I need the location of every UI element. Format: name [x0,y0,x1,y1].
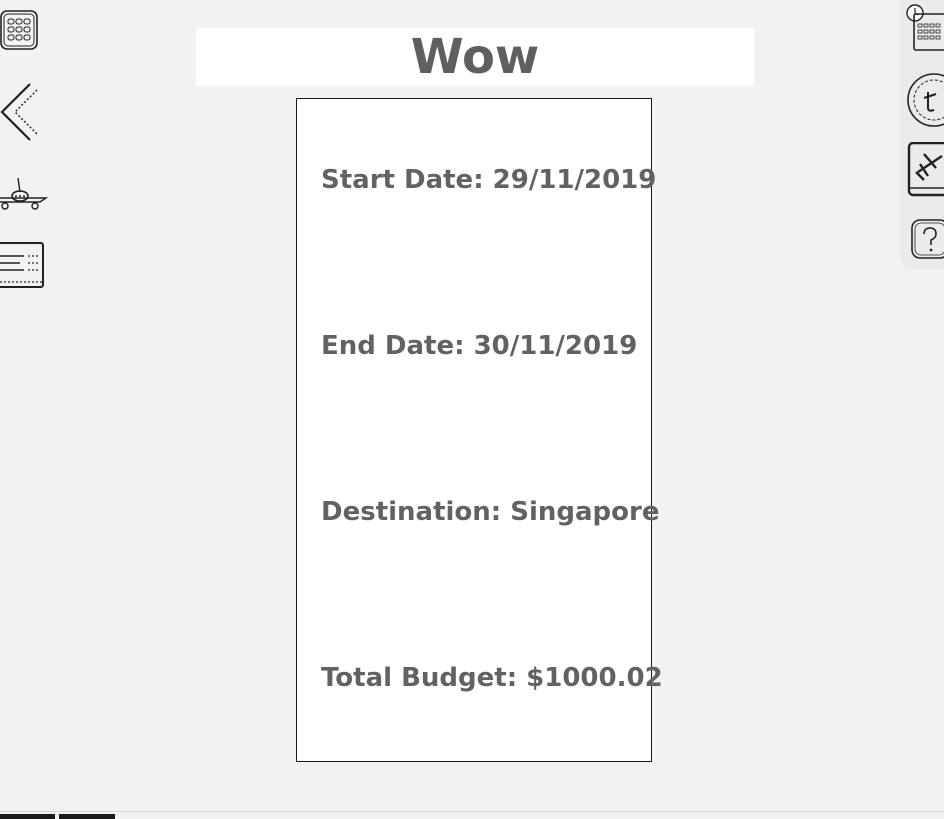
page-title-banner: Wow [196,28,754,86]
itinerary-list-button[interactable] [0,242,46,290]
currency-coin-icon [907,73,944,127]
trip-details-card: Start Date: 29/11/2019 End Date: 30/11/2… [296,98,663,762]
page-title: Wow [410,29,540,85]
right-nav-bar [900,0,944,270]
left-nav-bar [0,0,60,300]
taskbar-button-2[interactable] [59,814,115,819]
list-document-icon [0,242,44,288]
destination-label: Destination: Singapore [321,497,660,527]
calendar-button[interactable] [906,2,944,52]
app-window: Wow Start Date: 29/11/2019 End Date: 30/… [0,0,944,819]
flight-book-icon [907,142,944,197]
flight-booking-button[interactable] [906,142,944,198]
budget-button[interactable] [906,72,944,128]
back-button[interactable] [0,82,40,142]
total-budget-label: Total Budget: $1000.02 [321,663,663,693]
help-button[interactable] [906,218,944,262]
back-chevron-icon [0,83,38,141]
help-question-icon [911,219,944,259]
start-date-label: Start Date: 29/11/2019 [321,165,657,195]
calendar-clock-icon [906,4,944,51]
taskbar-button-1[interactable] [0,814,55,819]
flights-button[interactable] [0,176,50,212]
taskbar-divider [0,811,944,812]
airplane-icon [0,177,49,210]
grid-menu-icon [0,10,38,50]
end-date-label: End Date: 30/11/2019 [321,331,638,361]
grid-menu-button[interactable] [0,10,40,50]
